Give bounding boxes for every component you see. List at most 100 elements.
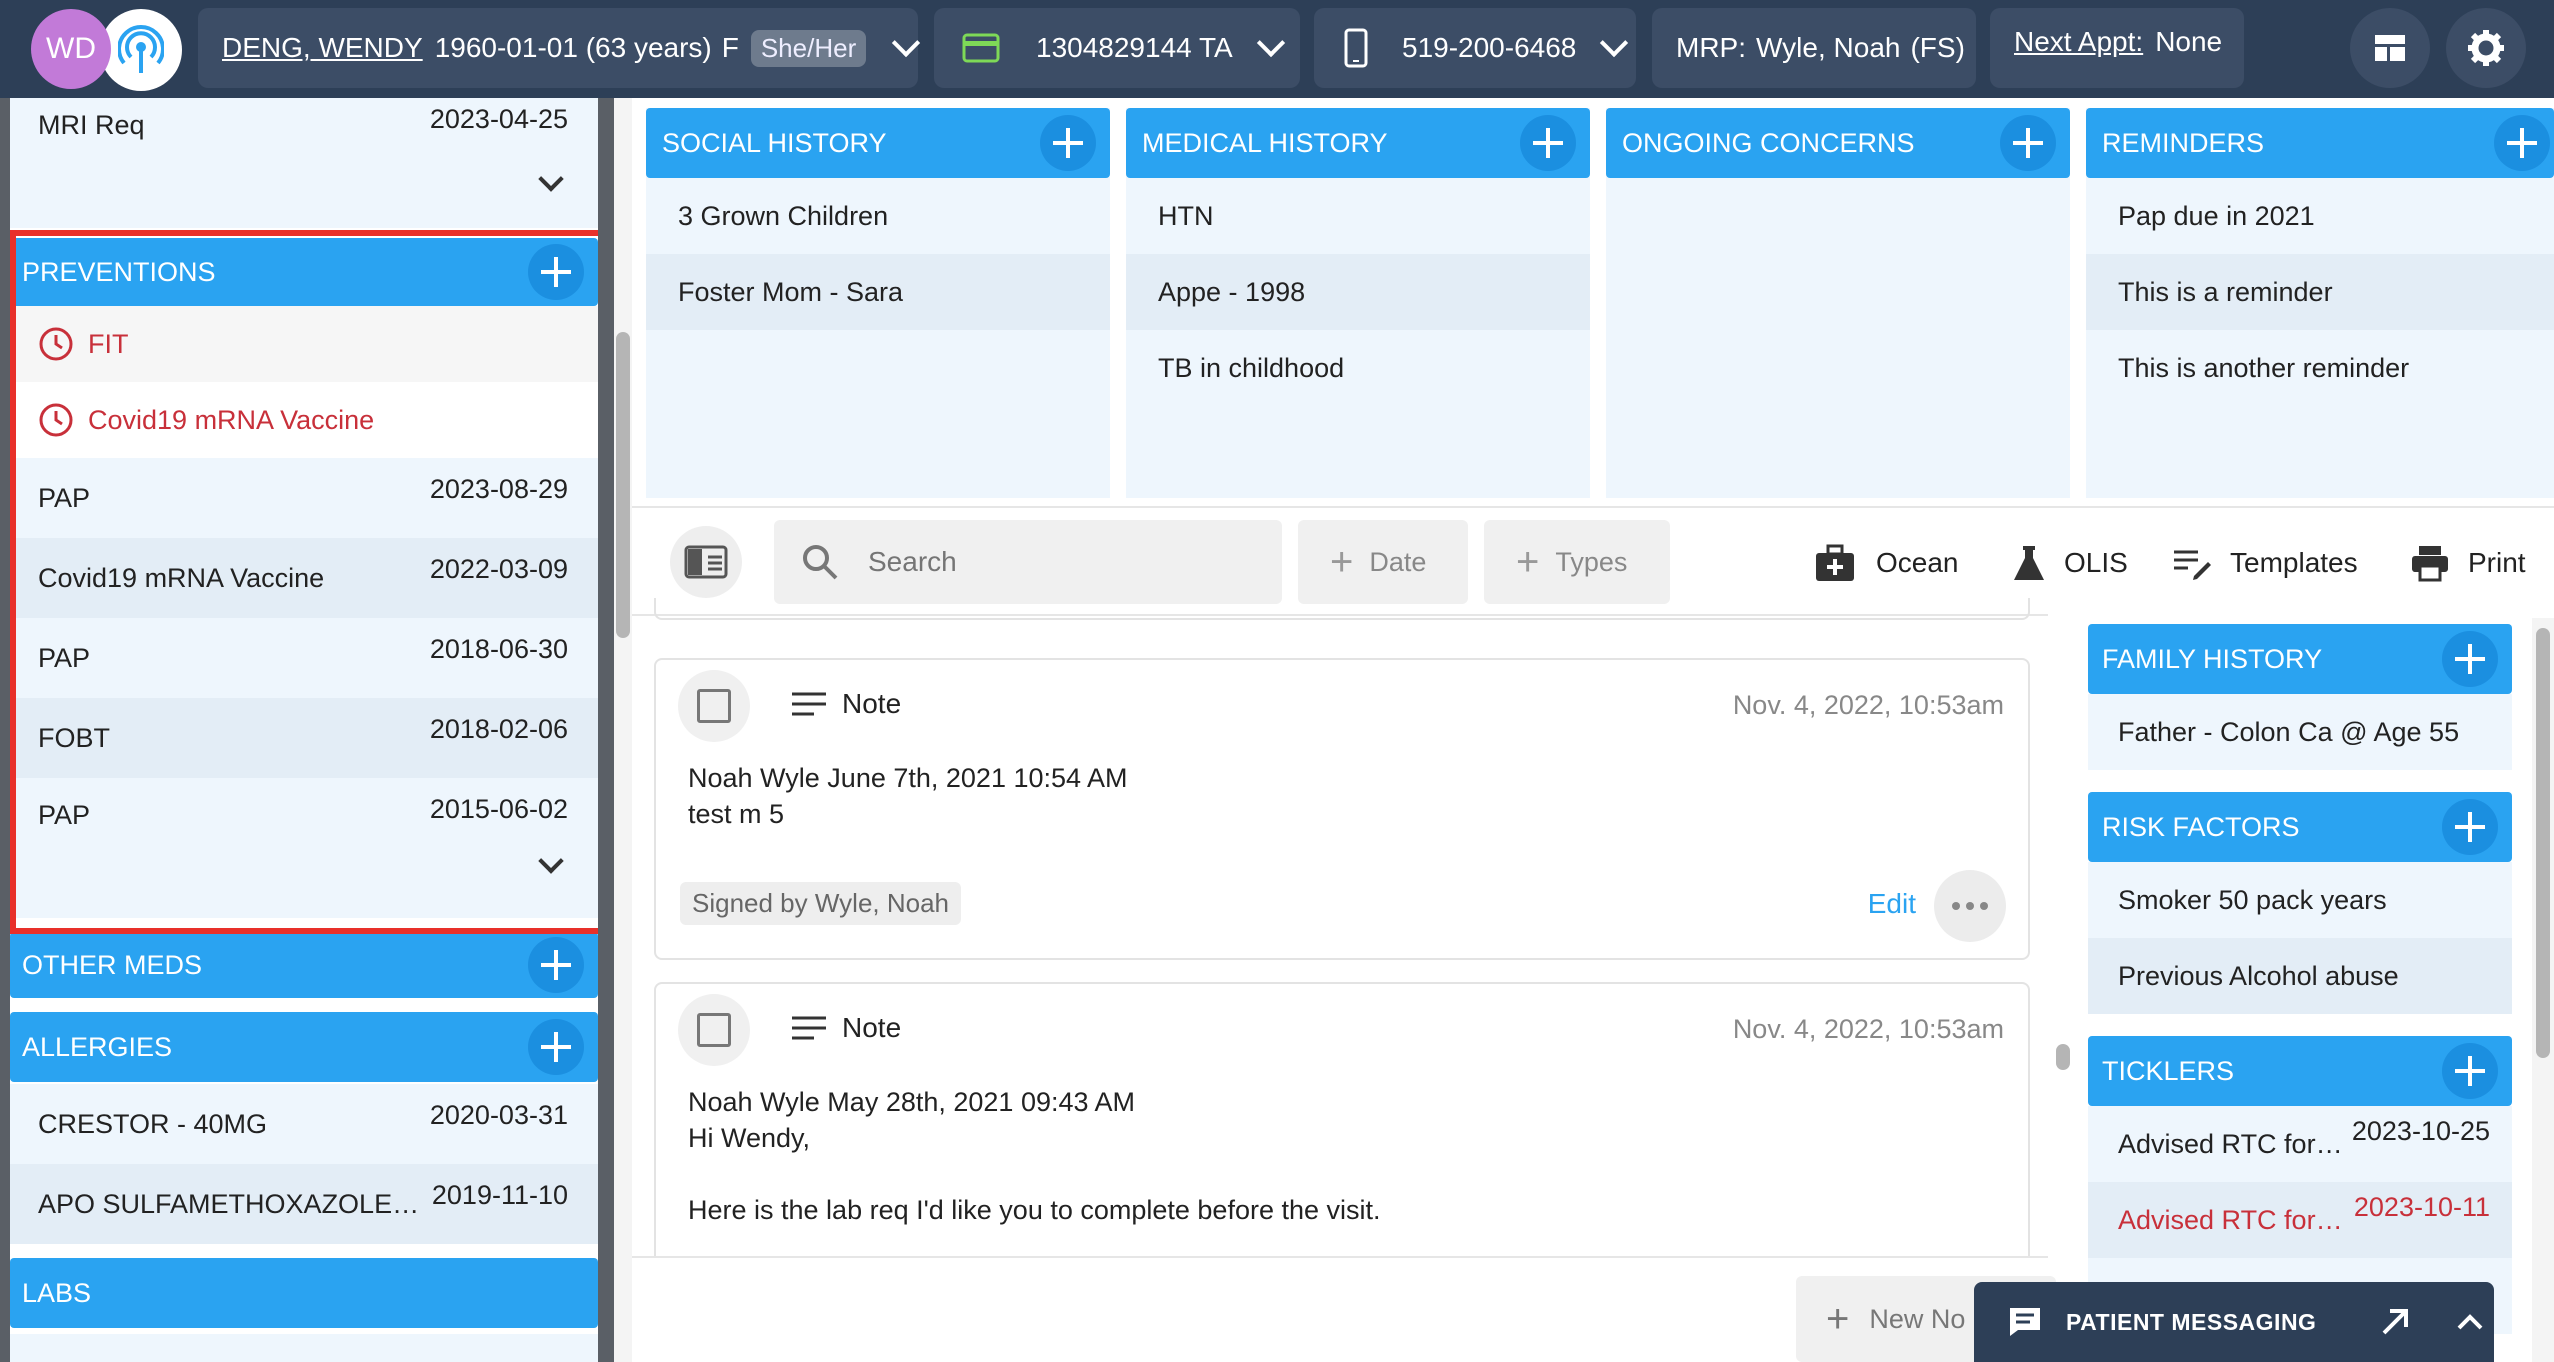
risk-factors-header[interactable]: RISK FACTORS <box>2088 792 2512 862</box>
other-meds-header[interactable]: OTHER MEDS <box>10 932 598 998</box>
add-social-history-button[interactable] <box>1040 115 1096 171</box>
chevron-down-icon[interactable] <box>1600 28 1629 58</box>
scrollbar-thumb[interactable] <box>2536 628 2550 1058</box>
item-date: 2023-10-25 <box>2351 1116 2490 1146</box>
add-risk-factor-button[interactable] <box>2442 799 2498 855</box>
list-item[interactable]: Appe - 1998 <box>1126 254 1590 330</box>
add-concern-button[interactable] <box>2000 115 2056 171</box>
labs-header[interactable]: LABS <box>10 1258 598 1328</box>
chevron-down-icon[interactable] <box>892 28 921 58</box>
list-item[interactable]: This is another reminder <box>2086 330 2550 406</box>
button-label: Templates <box>2230 547 2358 578</box>
chat-icon <box>2010 1308 2040 1336</box>
tickler-item-overdue[interactable]: Advised RTC for… 2023-10-11 <box>2088 1182 2512 1258</box>
button-label: Print <box>2468 547 2526 578</box>
card-header[interactable]: SOCIAL HISTORY <box>646 108 1110 178</box>
list-item[interactable]: Smoker 50 pack years <box>2088 862 2512 938</box>
list-item[interactable]: TB in childhood <box>1126 330 1590 406</box>
list-item[interactable]: MRI Req 2023-04-25 <box>10 98 598 228</box>
item-date: 2020-03-31 <box>429 1100 568 1130</box>
card-header[interactable]: MEDICAL HISTORY <box>1126 108 1590 178</box>
phone-menu[interactable]: 519-200-6468 <box>1314 8 1636 88</box>
plus-icon <box>2455 812 2485 842</box>
add-medical-history-button[interactable] <box>1520 115 1576 171</box>
mrp-label: MRP: <box>1676 32 1746 63</box>
add-allergy-button[interactable] <box>528 1019 584 1075</box>
plus-icon <box>1533 128 1563 158</box>
mrp-display: MRP: Wyle, Noah (FS) <box>1652 8 1976 88</box>
list-item[interactable]: Pap due in 2021 <box>2086 178 2550 254</box>
ocean-button[interactable]: Ocean <box>1814 538 1959 588</box>
search-input[interactable] <box>868 546 1248 578</box>
more-options-icon[interactable] <box>1934 870 2006 942</box>
settings-button[interactable] <box>2446 8 2526 88</box>
list-item[interactable]: Foster Mom - Sara <box>646 254 1110 330</box>
note-select-checkbox[interactable] <box>678 670 750 742</box>
open-external-icon[interactable] <box>2380 1307 2410 1337</box>
sidebar-scrollbar[interactable] <box>614 98 632 1362</box>
print-button[interactable]: Print <box>2410 538 2526 588</box>
note-date: Nov. 4, 2022, 10:53am <box>1732 690 2004 720</box>
panel-icon <box>684 545 728 579</box>
note-date: Nov. 4, 2022, 10:53am <box>1732 1014 2004 1044</box>
note-type-label: Note <box>842 688 902 719</box>
types-filter-button[interactable]: + Types <box>1484 520 1670 604</box>
next-appt-label[interactable]: Next Appt: <box>2014 26 2143 58</box>
templates-button[interactable]: Templates <box>2172 538 2358 588</box>
chevron-down-icon[interactable] <box>1256 28 1285 58</box>
add-tickler-button[interactable] <box>2442 1043 2498 1099</box>
list-item[interactable]: CRESTOR - 40MG 2020-03-31 <box>10 1084 598 1164</box>
card-header[interactable]: REMINDERS <box>2086 108 2554 178</box>
rx-sharing-button[interactable] <box>100 9 182 91</box>
divider <box>632 506 2554 508</box>
next-appointment[interactable]: Next Appt: None <box>1990 8 2244 88</box>
expand-chevron-icon[interactable] <box>538 166 564 192</box>
patient-avatar[interactable]: WD <box>31 9 111 89</box>
list-item[interactable]: Father - Colon Ca @ Age 55 <box>2088 694 2512 770</box>
allergies-header[interactable]: ALLERGIES <box>10 1012 598 1082</box>
sidebar-toggle-button[interactable] <box>670 526 742 598</box>
annotation-highlight-box <box>10 230 598 934</box>
olis-button[interactable]: OLIS <box>2012 538 2128 588</box>
list-item[interactable]: Previous Alcohol abuse <box>2088 938 2512 1014</box>
notes-scrollbar-thumb[interactable] <box>2056 1044 2070 1070</box>
scrollbar-thumb[interactable] <box>616 332 630 638</box>
note-line: Noah Wyle May 28th, 2021 09:43 AM <box>688 1087 1136 1117</box>
add-reminder-button[interactable] <box>2494 115 2550 171</box>
patient-messaging-bar[interactable]: PATIENT MESSAGING <box>1974 1282 2494 1362</box>
note-line: Here is the lab req I'd like you to comp… <box>688 1195 1381 1225</box>
note-body: Noah Wyle May 28th, 2021 09:43 AM Hi Wen… <box>688 1084 1381 1228</box>
encounter-note[interactable]: Note Nov. 4, 2022, 10:53am Noah Wyle Jun… <box>654 658 2030 960</box>
plus-icon <box>2455 644 2485 674</box>
edit-note-link[interactable]: Edit <box>1868 888 1916 920</box>
note-select-checkbox[interactable] <box>678 994 750 1066</box>
section-title: OTHER MEDS <box>22 949 203 980</box>
ticklers-header[interactable]: TICKLERS <box>2088 1036 2512 1106</box>
patient-dob: 1960-01-01 (63 years) <box>434 32 712 63</box>
card-title: ONGOING CONCERNS <box>1622 127 1915 158</box>
add-other-med-button[interactable] <box>528 937 584 993</box>
right-scrollbar[interactable] <box>2532 618 2554 1362</box>
button-label: OLIS <box>2064 547 2128 578</box>
health-card-menu[interactable]: 1304829144 TA <box>934 8 1300 88</box>
patient-demographics-menu[interactable]: DENG, WENDY 1960-01-01 (63 years) F She/… <box>198 8 921 88</box>
add-family-history-button[interactable] <box>2442 631 2498 687</box>
list-item[interactable]: 3 Grown Children <box>646 178 1110 254</box>
search-field[interactable] <box>774 520 1282 604</box>
patient-name[interactable]: DENG, WENDY <box>222 32 423 64</box>
card-header[interactable]: ONGOING CONCERNS <box>1606 108 2070 178</box>
chevron-up-icon[interactable] <box>2456 1312 2484 1332</box>
gear-icon <box>2468 30 2504 66</box>
date-filter-button[interactable]: + Date <box>1298 520 1468 604</box>
list-item[interactable]: APO SULFAMETHOXAZOLE… 2019-11-10 <box>10 1164 598 1244</box>
card-title: TICKLERS <box>2102 1055 2235 1086</box>
layout-button[interactable] <box>2350 8 2430 88</box>
tickler-item[interactable]: Advised RTC for… 2023-10-25 <box>2088 1106 2512 1182</box>
list-item[interactable] <box>10 1334 598 1362</box>
list-item[interactable]: HTN <box>1126 178 1590 254</box>
pronoun-badge: She/Her <box>750 29 867 67</box>
family-history-header[interactable]: FAMILY HISTORY <box>2088 624 2512 694</box>
item-date: 2023-10-11 <box>2353 1192 2490 1222</box>
list-item[interactable]: This is a reminder <box>2086 254 2554 330</box>
ongoing-concerns-card: ONGOING CONCERNS <box>1606 108 2070 498</box>
